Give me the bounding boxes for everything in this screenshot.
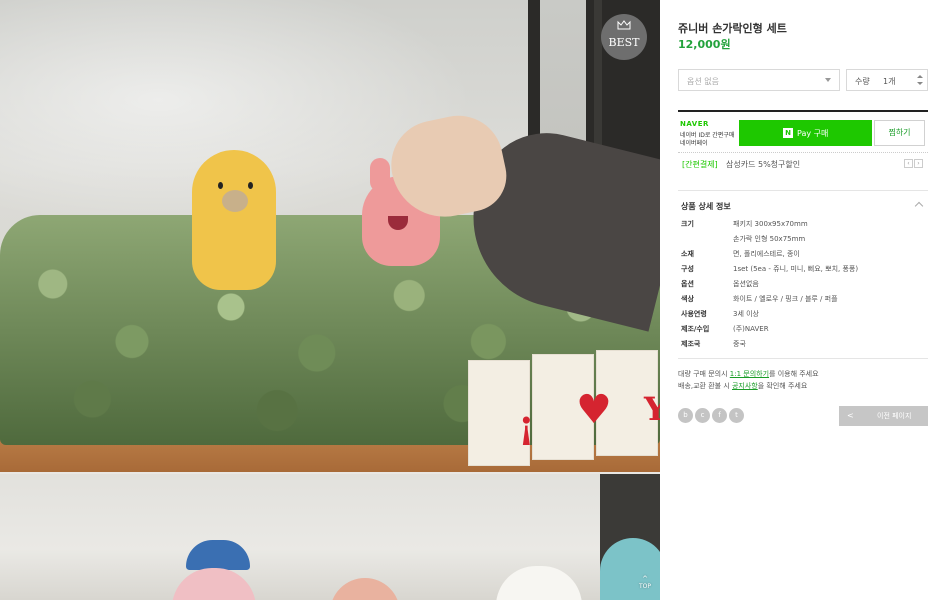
detail-key: 구성	[681, 265, 694, 273]
purchase-notice: 대량 구매 문의시 1:1 문의하기를 이용해 주세요 배송,교환 환불 시 공…	[678, 358, 928, 393]
chick-finger-puppet	[192, 150, 276, 290]
facebook-icon[interactable]: f	[712, 408, 727, 423]
wishlist-button[interactable]: 찜하기	[874, 120, 925, 146]
detail-row: 구성 1set (5ea - 쥬니, 미니, 삐요, 뽀치, 퐁퐁)	[678, 262, 928, 277]
detail-value: 옵션없음	[733, 280, 759, 288]
product-info-panel: 쥬니버 손가락인형 세트 12,000원 옵션 없음 수량 1개 NAVER 네…	[660, 0, 945, 600]
best-label: BEST	[608, 36, 640, 49]
product-photo-2	[0, 474, 660, 600]
notice-text: 을 확인해 주세요	[757, 382, 808, 390]
detail-key: 색상	[681, 295, 694, 303]
previous-page-label: 이전 페이지	[877, 412, 912, 420]
promo-banner: [간편결제] 삼성카드 5%청구할인 ‹ ›	[678, 152, 928, 172]
quantity-value: 1개	[883, 77, 896, 86]
best-badge: BEST	[601, 14, 647, 60]
detail-value: 패키지 300x95x70mm	[733, 220, 808, 228]
promo-next-button[interactable]: ›	[914, 159, 923, 168]
promo-text: 삼성카드 5%청구할인	[726, 160, 801, 169]
detail-row: 제조국 중국	[678, 337, 928, 352]
letter-blocks: ¡ ♥ Y	[468, 350, 660, 466]
naver-n-icon: N	[783, 128, 793, 138]
option-select[interactable]: 옵션 없음	[678, 69, 840, 91]
product-photo-1: ¡ ♥ Y	[0, 0, 660, 472]
notice-text: 배송,교환 환불 시	[678, 382, 732, 390]
detail-row: 손가락 인형 50x75mm	[678, 232, 928, 247]
twitter-icon[interactable]: t	[729, 408, 744, 423]
detail-key: 사용연령	[681, 310, 707, 318]
pay-button-label: Pay 구매	[797, 129, 829, 138]
detail-value: 손가락 인형 50x75mm	[733, 235, 806, 243]
detail-key: 옵션	[681, 280, 694, 288]
top-label: TOP	[638, 583, 651, 590]
detail-key: 제조국	[681, 340, 701, 348]
detail-row: 크기 패키지 300x95x70mm	[678, 217, 928, 232]
detail-key: 크기	[681, 220, 694, 228]
detail-key: 소재	[681, 250, 694, 258]
notice-link[interactable]: 공지사항	[732, 382, 758, 390]
blog-icon[interactable]: b	[678, 408, 693, 423]
crown-icon	[617, 20, 631, 30]
decrement-icon[interactable]	[917, 82, 923, 85]
detail-row: 제조/수입 (주)NAVER	[678, 322, 928, 337]
detail-row: 사용연령 3세 이상	[678, 307, 928, 322]
scroll-top-button[interactable]: ^ TOP	[634, 576, 656, 600]
product-title: 쥬니버 손가락인형 세트	[678, 22, 787, 35]
detail-value: 1set (5ea - 쥬니, 미니, 삐요, 뽀치, 퐁퐁)	[733, 265, 859, 273]
quantity-stepper[interactable]: 수량 1개	[846, 69, 928, 91]
detail-title: 상품 상세 정보	[681, 202, 731, 211]
increment-icon[interactable]	[917, 75, 923, 78]
detail-row: 옵션 옵션없음	[678, 277, 928, 292]
notice-text: 대량 구매 문의시	[678, 370, 730, 378]
detail-row: 색상 화이트 / 옐로우 / 핑크 / 블루 / 퍼플	[678, 292, 928, 307]
quantity-label: 수량	[855, 77, 870, 86]
inquiry-link[interactable]: 1:1 문의하기	[730, 370, 769, 378]
detail-value: 면, 폴리에스테르, 종이	[733, 250, 800, 258]
detail-header[interactable]: 상품 상세 정보	[678, 191, 928, 217]
chevron-left-icon: <	[847, 411, 854, 420]
naver-pay-button[interactable]: N Pay 구매	[739, 120, 872, 146]
cafe-icon[interactable]: c	[695, 408, 710, 423]
notice-text: 를 이용해 주세요	[769, 370, 819, 378]
notice-line-refund: 배송,교환 환불 시 공지사항을 확인해 주세요	[678, 381, 928, 393]
notice-line-inquiry: 대량 구매 문의시 1:1 문의하기를 이용해 주세요	[678, 369, 928, 381]
naver-pay-box: NAVER 네이버 ID로 간편구매 네이버페이 N Pay 구매 찜하기 [간…	[678, 110, 928, 180]
product-photo-column: ¡ ♥ Y BEST ^ TOP	[0, 0, 660, 600]
detail-value: 3세 이상	[733, 310, 759, 318]
previous-page-button[interactable]: < 이전 페이지	[839, 406, 928, 426]
product-price: 12,000원	[678, 38, 731, 51]
detail-value: 중국	[733, 340, 746, 348]
promo-prev-button[interactable]: ‹	[904, 159, 913, 168]
option-placeholder: 옵션 없음	[687, 77, 719, 86]
promo-tag: [간편결제]	[682, 160, 718, 169]
detail-value: 화이트 / 옐로우 / 핑크 / 블루 / 퍼플	[733, 295, 838, 303]
chevron-up-icon[interactable]	[914, 201, 924, 211]
chevron-down-icon	[825, 78, 831, 82]
detail-key: 제조/수입	[681, 325, 710, 333]
detail-row: 소재 면, 폴리에스테르, 종이	[678, 247, 928, 262]
arrow-up-icon: ^	[642, 575, 648, 583]
product-detail-section: 상품 상세 정보 크기 패키지 300x95x70mm 손가락 인형 50x75m…	[678, 190, 928, 352]
naver-logo: NAVER	[680, 120, 709, 128]
naver-pay-sub2: 네이버페이	[680, 140, 708, 147]
detail-value: (주)NAVER	[733, 325, 769, 333]
